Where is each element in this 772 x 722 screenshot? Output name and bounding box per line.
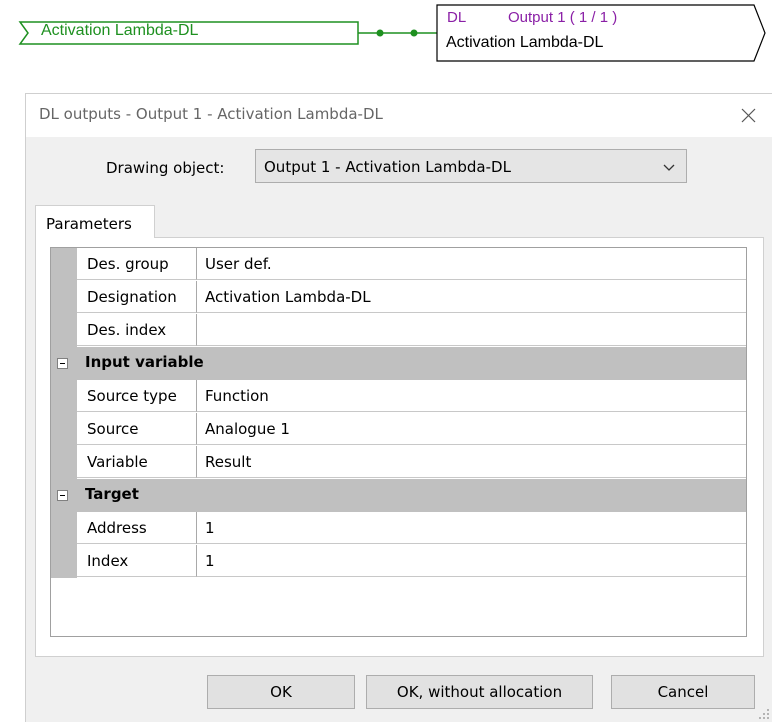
- tab-parameters[interactable]: Parameters: [35, 205, 155, 238]
- property-row-index[interactable]: Index 1: [51, 545, 746, 578]
- property-row-designation[interactable]: Designation Activation Lambda-DL: [51, 281, 746, 314]
- row-gutter: [51, 545, 77, 578]
- collapse-icon[interactable]: [57, 358, 68, 369]
- property-value[interactable]: Function: [197, 380, 746, 412]
- close-icon: [741, 108, 756, 123]
- row-gutter: [51, 446, 77, 479]
- drawing-object-label: Drawing object:: [106, 159, 225, 177]
- drawing-object-value: Output 1 - Activation Lambda-DL: [264, 158, 511, 176]
- property-key: Designation: [77, 281, 197, 313]
- output-tag: DL: [447, 9, 467, 26]
- output-title: Output 1 ( 1 / 1 ): [508, 9, 618, 26]
- property-value[interactable]: User def.: [197, 248, 746, 280]
- chevron-down-icon: [663, 164, 675, 171]
- cancel-button[interactable]: Cancel: [611, 675, 755, 709]
- category-title: Target: [85, 485, 139, 503]
- property-key: Address: [77, 512, 197, 544]
- property-value[interactable]: Activation Lambda-DL: [197, 281, 746, 313]
- row-gutter: [51, 413, 77, 446]
- row-gutter: [51, 248, 77, 281]
- property-key: Source type: [77, 380, 197, 412]
- property-key: Variable: [77, 446, 197, 478]
- diagram-wires: [18, 4, 766, 62]
- wire-node: [410, 29, 418, 37]
- property-key: Des. index: [77, 314, 197, 346]
- row-gutter: [51, 314, 77, 347]
- property-value[interactable]: Analogue 1: [197, 413, 746, 445]
- property-value[interactable]: [197, 314, 746, 346]
- property-value[interactable]: Result: [197, 446, 746, 478]
- parameters-panel: Des. group User def. Designation Activat…: [35, 237, 764, 657]
- collapse-icon[interactable]: [57, 490, 68, 501]
- drawing-object-select[interactable]: Output 1 - Activation Lambda-DL: [255, 149, 687, 183]
- row-gutter: [51, 512, 77, 545]
- ok-without-allocation-button[interactable]: OK, without allocation: [366, 675, 593, 709]
- dl-outputs-dialog: DL outputs - Output 1 - Activation Lambd…: [25, 93, 772, 722]
- dialog-title: DL outputs - Output 1 - Activation Lambd…: [39, 105, 383, 123]
- ok-button[interactable]: OK: [207, 675, 355, 709]
- title-bar[interactable]: DL outputs - Output 1 - Activation Lambd…: [26, 94, 772, 137]
- input-label[interactable]: Activation Lambda-DL: [41, 22, 198, 40]
- property-row-variable[interactable]: Variable Result: [51, 446, 746, 479]
- property-value[interactable]: 1: [197, 545, 746, 577]
- property-value[interactable]: 1: [197, 512, 746, 544]
- output-label[interactable]: Activation Lambda-DL: [446, 34, 603, 52]
- property-grid: Des. group User def. Designation Activat…: [50, 247, 747, 637]
- row-gutter: [51, 380, 77, 413]
- property-key: Des. group: [77, 248, 197, 280]
- property-row-des-index[interactable]: Des. index: [51, 314, 746, 347]
- category-input-variable[interactable]: Input variable: [51, 347, 746, 380]
- property-row-des-group[interactable]: Des. group User def.: [51, 248, 746, 281]
- tab-parameters-label: Parameters: [46, 215, 132, 233]
- property-row-source[interactable]: Source Analogue 1: [51, 413, 746, 446]
- category-target[interactable]: Target: [51, 479, 746, 512]
- property-row-source-type[interactable]: Source type Function: [51, 380, 746, 413]
- property-key: Index: [77, 545, 197, 577]
- close-button[interactable]: [724, 94, 772, 137]
- function-diagram: Activation Lambda-DL DL Output 1 ( 1 / 1…: [0, 0, 772, 80]
- property-row-address[interactable]: Address 1: [51, 512, 746, 545]
- row-gutter: [51, 281, 77, 314]
- resize-grip-icon[interactable]: [758, 708, 770, 720]
- category-title: Input variable: [85, 353, 204, 371]
- wire-node: [376, 29, 384, 37]
- property-key: Source: [77, 413, 197, 445]
